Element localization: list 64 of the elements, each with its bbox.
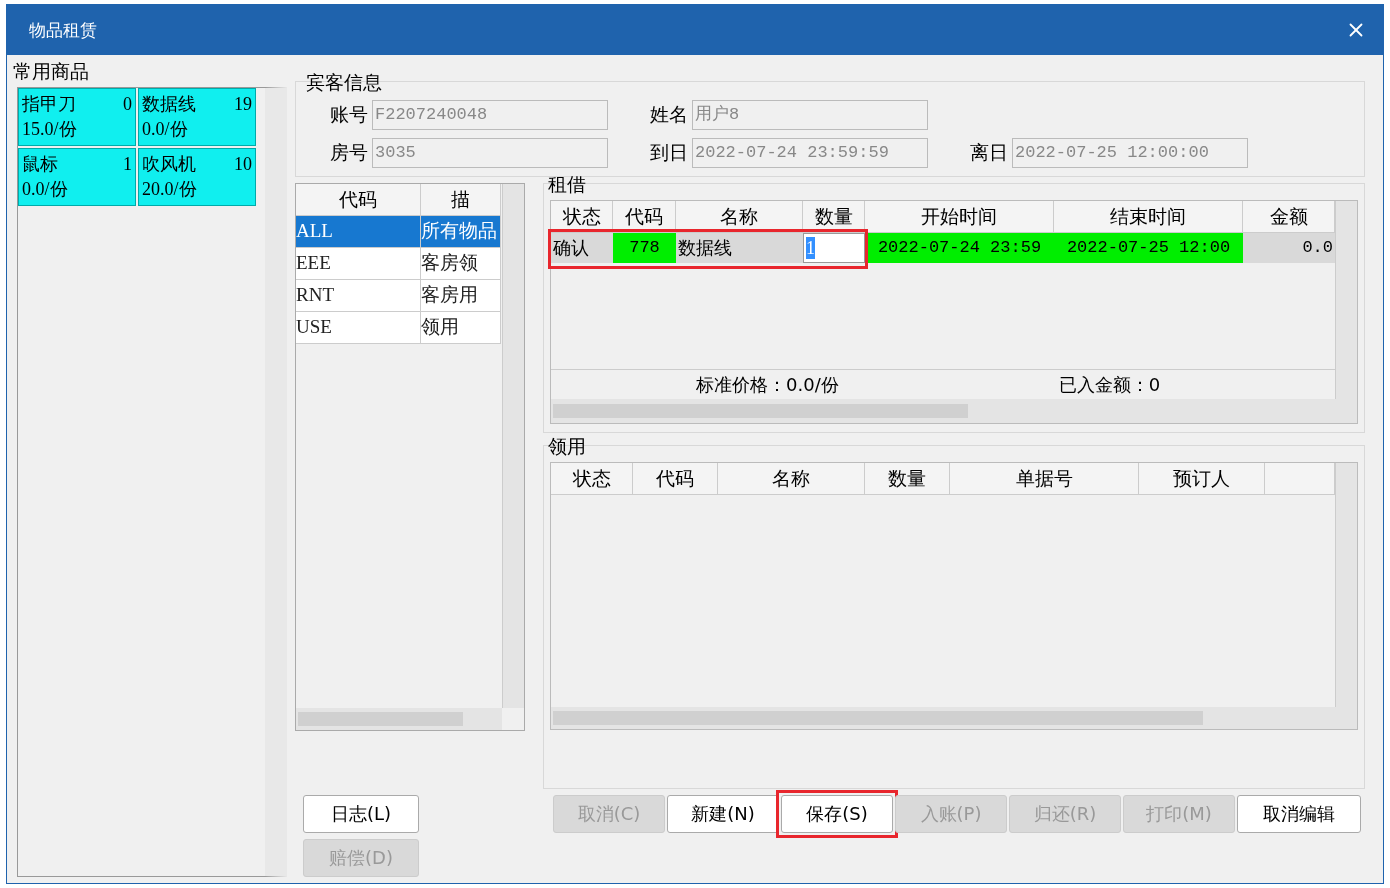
column-header[interactable]: 单据号 [950, 463, 1139, 495]
scrollbar[interactable] [1335, 201, 1357, 399]
product-count: 1 [123, 153, 132, 176]
product-name: 数据线 [142, 93, 197, 116]
table-cell[interactable]: RNT [296, 280, 421, 312]
table-cell: 确认 [551, 233, 613, 263]
column-header[interactable]: 名称 [718, 463, 865, 495]
action-button[interactable]: 取消编辑 [1237, 795, 1361, 833]
action-button[interactable]: 保存(S) [781, 795, 893, 833]
table-cell[interactable]: USE [296, 312, 421, 344]
field-label: 姓名 [650, 102, 688, 127]
action-button[interactable]: 日志(L) [303, 795, 419, 833]
column-header[interactable]: 描 [421, 184, 501, 216]
table-cell: 2022-07-25 12:00 [1054, 233, 1243, 263]
product-count: 10 [234, 153, 252, 176]
table-cell: 2022-07-24 23:59 [865, 233, 1054, 263]
field-label: 房号 [330, 140, 368, 165]
product-name: 指甲刀 [22, 93, 77, 116]
scrollbar[interactable] [551, 399, 1357, 423]
group-title: 租借 [547, 173, 586, 195]
product-tile[interactable]: 指甲刀 0 15.0/份 [18, 88, 136, 146]
table-cell[interactable]: ALL [296, 216, 421, 248]
window-title: 物品租赁 [29, 18, 97, 42]
product-tile[interactable]: 鼠标 1 0.0/份 [18, 148, 136, 206]
column-header[interactable]: 预订人 [1139, 463, 1265, 495]
column-header[interactable]: 结束时间 [1054, 201, 1243, 233]
action-button[interactable]: 新建(N) [667, 795, 779, 833]
table-cell[interactable]: 客房用 [421, 280, 501, 312]
field-label: 账号 [330, 102, 368, 127]
column-header[interactable]: 数量 [865, 463, 950, 495]
column-header[interactable]: 代码 [296, 184, 421, 216]
group-title: 领用 [547, 435, 586, 457]
product-price: 0.0/份 [22, 178, 69, 201]
scrollbar[interactable] [551, 707, 1357, 729]
paid-amount: 已入金额：0 [1058, 372, 1161, 397]
field-label: 到日 [650, 140, 688, 165]
scrollbar[interactable] [1335, 463, 1357, 707]
table-cell[interactable]: 客房领 [421, 248, 501, 280]
table-cell: 778 [613, 233, 676, 263]
product-count: 19 [234, 93, 252, 116]
column-header[interactable] [1265, 463, 1335, 495]
table-cell[interactable]: 所有物品 [421, 216, 501, 248]
standard-price: 标准价格：0.0/份 [696, 372, 839, 397]
column-header[interactable]: 金额 [1243, 201, 1335, 233]
column-header[interactable]: 开始时间 [865, 201, 1054, 233]
product-tile[interactable]: 数据线 19 0.0/份 [138, 88, 256, 146]
product-name: 吹风机 [142, 153, 197, 176]
product-price: 0.0/份 [142, 118, 189, 141]
column-header[interactable]: 状态 [551, 463, 633, 495]
field-label: 离日 [970, 140, 1008, 165]
table-cell: 0.0 [1243, 233, 1335, 263]
table-cell: 数据线 [676, 233, 803, 263]
product-tile[interactable]: 吹风机 10 20.0/份 [138, 148, 256, 206]
scrollbar[interactable] [502, 184, 524, 708]
scrollbar[interactable] [296, 708, 502, 730]
product-name: 鼠标 [22, 153, 59, 176]
product-count: 0 [123, 93, 132, 116]
product-price: 20.0/份 [142, 178, 198, 201]
column-header[interactable]: 代码 [633, 463, 718, 495]
table-cell[interactable]: 领用 [421, 312, 501, 344]
product-price: 15.0/份 [22, 118, 78, 141]
group-title: 宾客信息 [305, 71, 382, 93]
table-cell[interactable]: EEE [296, 248, 421, 280]
group-title: 常用商品 [12, 59, 90, 83]
